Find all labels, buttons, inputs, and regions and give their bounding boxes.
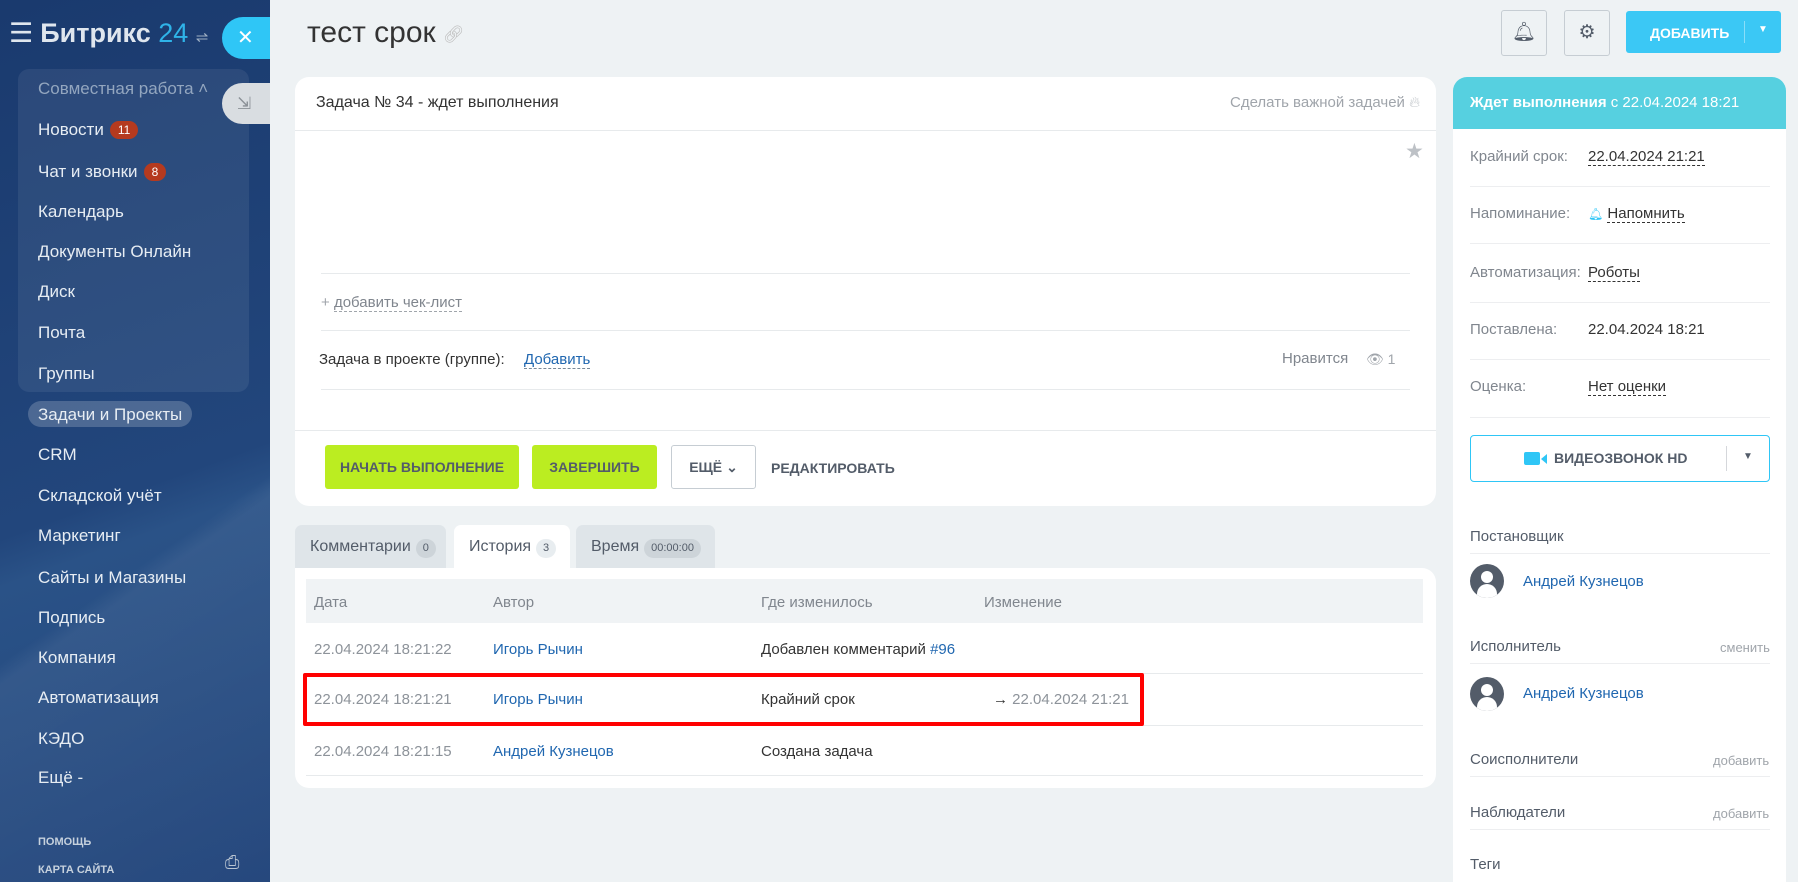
- sidebar-item[interactable]: Маркетинг: [38, 526, 121, 546]
- highlight-annotation: [303, 673, 1144, 726]
- add-checklist-link[interactable]: + добавить чек-лист: [321, 294, 463, 312]
- sidebar-item[interactable]: Подпись: [38, 608, 105, 628]
- add-auditors-link[interactable]: добавить: [1713, 806, 1769, 821]
- column-header: Изменение: [984, 594, 1062, 611]
- edit-button[interactable]: РЕДАКТИРОВАТЬ: [771, 460, 895, 476]
- chevron-down-icon[interactable]: ▼: [1758, 24, 1768, 35]
- sidebar-item[interactable]: Сайты и Магазины: [38, 568, 186, 588]
- sidebar-item[interactable]: Группы: [38, 364, 95, 384]
- sidebar-item[interactable]: Автоматизация: [38, 688, 159, 708]
- history-where: Добавлен комментарий #96: [761, 641, 956, 658]
- tags-label: Теги: [1470, 856, 1501, 873]
- close-slider-button[interactable]: ✕: [222, 17, 270, 59]
- more-button[interactable]: ЕЩЁ ⌄: [671, 445, 756, 489]
- column-header: Где изменилось: [761, 594, 873, 611]
- field-label: Автоматизация:: [1470, 264, 1581, 281]
- sidebar-item[interactable]: Диск: [38, 282, 75, 302]
- like-button[interactable]: Нравится: [1282, 350, 1348, 367]
- field-value: 22.04.2024 18:21: [1588, 321, 1705, 338]
- responsible-name[interactable]: Андрей Кузнецов: [1523, 685, 1644, 702]
- counter-badge: 8: [143, 163, 167, 181]
- avatar[interactable]: [1470, 564, 1504, 598]
- history-date: 22.04.2024 18:21:15: [314, 743, 452, 760]
- star-icon[interactable]: ★: [1405, 139, 1424, 164]
- history-author[interactable]: Андрей Кузнецов: [493, 743, 614, 760]
- project-add-link[interactable]: Добавить: [524, 351, 591, 369]
- help-link[interactable]: ПОМОЩЬ: [38, 836, 91, 848]
- settings-sliders-icon[interactable]: ⇌: [196, 29, 209, 46]
- sidebar-item[interactable]: CRM: [38, 445, 77, 465]
- chevron-down-icon: ⌄: [726, 459, 738, 475]
- sidebar-item[interactable]: КЭДО: [38, 729, 84, 749]
- add-accomplices-link[interactable]: добавить: [1713, 753, 1769, 768]
- project-label: Задача в проекте (группе):: [319, 351, 505, 368]
- task-card: [295, 77, 1436, 506]
- sidebar-item[interactable]: Календарь: [38, 202, 124, 222]
- views-count: 👁︎ 1: [1366, 351, 1396, 367]
- column-header: Дата: [314, 594, 348, 611]
- creator-label: Постановщик: [1470, 528, 1564, 545]
- finish-task-button[interactable]: ЗАВЕРШИТЬ: [532, 445, 657, 489]
- minimize-slider-button[interactable]: ⇲: [222, 83, 270, 124]
- video-call-button[interactable]: ВИДЕОЗВОНОК HD ▼: [1470, 435, 1770, 482]
- menu-group: [18, 69, 249, 392]
- sidebar-item[interactable]: Чат и звонки 8: [38, 162, 167, 182]
- avatar[interactable]: [1470, 677, 1504, 711]
- history-date: 22.04.2024 18:21:22: [314, 641, 452, 658]
- creator-name[interactable]: Андрей Кузнецов: [1523, 573, 1644, 590]
- comment-link[interactable]: #96: [930, 641, 955, 658]
- history-author[interactable]: Игорь Рычин: [493, 641, 583, 658]
- add-button[interactable]: ДОБАВИТЬ ▼: [1626, 11, 1781, 53]
- sidebar-item[interactable]: Ещё -: [38, 768, 83, 788]
- sidebar-item[interactable]: Почта: [38, 323, 85, 343]
- video-camera-icon: [1524, 452, 1540, 465]
- tab-history[interactable]: История 3: [454, 525, 570, 568]
- link-icon[interactable]: 🔗︎: [443, 25, 465, 45]
- field-label: Поставлена:: [1470, 321, 1558, 338]
- close-icon: ✕: [237, 27, 254, 49]
- flame-icon: 🔥︎: [1409, 94, 1421, 111]
- arrow-down-right-icon: ⇲: [237, 94, 252, 113]
- bell-icon: 🔔︎: [1588, 207, 1604, 221]
- field-label: Оценка:: [1470, 378, 1527, 395]
- auditors-label: Наблюдатели: [1470, 804, 1566, 821]
- counter-badge: 11: [109, 121, 139, 139]
- page-title: тест срок: [307, 16, 436, 49]
- change-responsible-link[interactable]: сменить: [1720, 640, 1770, 655]
- make-important-link[interactable]: Сделать важной задачей 🔥︎: [1230, 94, 1420, 111]
- field-value[interactable]: Роботы: [1588, 264, 1640, 282]
- sitemap-link[interactable]: КАРТА САЙТА: [38, 864, 114, 876]
- sidebar-group-header[interactable]: Совместная работа ˄: [38, 79, 208, 99]
- settings-button[interactable]: ⚙: [1564, 10, 1610, 56]
- gear-icon: ⚙: [1578, 22, 1596, 43]
- sidebar-item[interactable]: Задачи и Проекты: [38, 405, 182, 425]
- sidebar-item[interactable]: Складской учёт: [38, 486, 162, 506]
- start-task-button[interactable]: НАЧАТЬ ВЫПОЛНЕНИЕ: [325, 445, 519, 489]
- field-value[interactable]: 22.04.2024 21:21: [1588, 148, 1705, 166]
- history-where: Создана задача: [761, 743, 873, 760]
- sidebar-item[interactable]: Новости 11: [38, 120, 139, 140]
- printer-icon[interactable]: ⎙: [225, 852, 239, 873]
- bell-icon: 🔔︎: [1511, 22, 1537, 43]
- sidebar-item[interactable]: Компания: [38, 648, 116, 668]
- logo[interactable]: ☰ Битрикс 24 ⇌: [9, 18, 208, 49]
- notifications-button[interactable]: 🔔︎: [1501, 10, 1547, 56]
- sidebar-item[interactable]: Документы Онлайн: [38, 242, 191, 262]
- field-value[interactable]: 🔔︎ Напомнить: [1588, 205, 1685, 223]
- tab-comments[interactable]: Комментарии 0: [295, 525, 446, 568]
- task-heading: Задача № 34 - ждет выполнения: [316, 94, 559, 111]
- eye-icon: 👁︎: [1366, 351, 1384, 367]
- chevron-down-icon[interactable]: ▼: [1743, 451, 1753, 462]
- status-header: Ждет выполнения с 22.04.2024 18:21: [1453, 77, 1786, 129]
- field-label: Напоминание:: [1470, 205, 1571, 222]
- responsible-label: Исполнитель: [1470, 638, 1561, 655]
- column-header: Автор: [493, 594, 535, 611]
- accomplices-label: Соисполнители: [1470, 751, 1579, 768]
- field-label: Крайний срок:: [1470, 148, 1568, 165]
- tab-time[interactable]: Время 00:00:00: [576, 525, 715, 568]
- menu-icon[interactable]: ☰: [9, 18, 33, 48]
- chevron-up-icon: ˄: [198, 79, 209, 98]
- field-value[interactable]: Нет оценки: [1588, 378, 1667, 396]
